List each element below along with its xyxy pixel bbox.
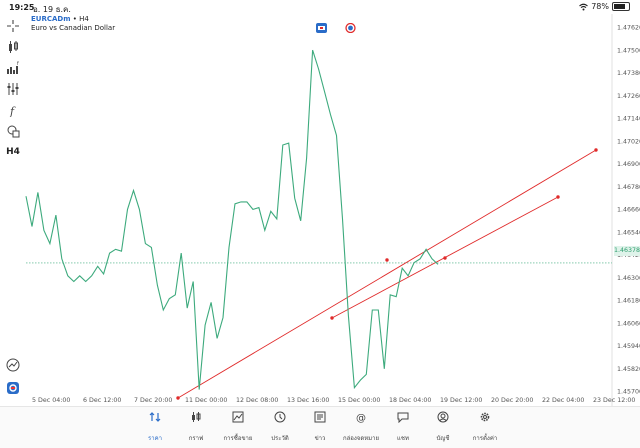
gear-icon <box>480 412 490 422</box>
price-tick-label: 1.47620 <box>617 25 640 32</box>
nav-label-chart: กราฟ <box>188 435 204 442</box>
price-tick-label: 1.45700 <box>617 389 640 396</box>
trendline-upper-anchor-mid <box>385 258 389 262</box>
trendline-lower-anchor-start <box>330 316 334 320</box>
time-tick-label: 19 Dec 12:00 <box>440 397 482 404</box>
time-tick-label: 20 Dec 20:00 <box>491 397 533 404</box>
trendline-lower <box>330 195 560 320</box>
trendline-upper-anchor-end <box>594 148 598 152</box>
trendline-upper-anchor-start <box>176 396 180 400</box>
chat-icon <box>397 412 409 423</box>
nav-settings[interactable]: การตั้งค่า <box>464 411 506 444</box>
trade-icon <box>232 411 244 423</box>
time-tick-label: 11 Dec 00:00 <box>185 397 227 404</box>
bottom-nav: ราคา กราฟ การซื้อขาย ประวัติ ข่าว @ กล่อ… <box>0 406 640 448</box>
price-series-line <box>25 49 439 390</box>
nav-label-trade: การซื้อขาย <box>223 435 253 442</box>
price-tick-label: 1.46540 <box>617 229 640 236</box>
time-tick-label: 23 Dec 12:00 <box>593 397 635 404</box>
price-tick-label: 1.45940 <box>617 343 640 350</box>
price-tick-label: 1.45820 <box>617 366 640 373</box>
trendline-upper <box>176 148 598 400</box>
news-icon <box>314 411 326 423</box>
price-axis: 1.47620 1.47500 1.47380 1.47260 1.47140 1.470… <box>617 25 640 396</box>
time-tick-label: 22 Dec 04:00 <box>542 397 584 404</box>
time-tick-label: 7 Dec 20:00 <box>134 397 172 404</box>
nav-news[interactable]: ข่าว <box>299 411 341 444</box>
nav-label-quotes: ราคา <box>148 435 162 442</box>
time-tick-label: 12 Dec 08:00 <box>236 397 278 404</box>
trendline-lower-anchor-mid <box>443 256 447 260</box>
price-tick-label: 1.46180 <box>617 298 640 305</box>
nav-label-mailbox: กล่องจดหมาย <box>342 435 380 442</box>
price-tick-label: 1.46780 <box>617 184 640 191</box>
price-tick-label: 1.46060 <box>617 320 640 327</box>
price-tick-label: 1.47500 <box>617 47 640 54</box>
time-tick-label: 15 Dec 00:00 <box>338 397 380 404</box>
time-tick-label: 18 Dec 04:00 <box>389 397 431 404</box>
history-icon <box>274 411 286 423</box>
nav-mailbox[interactable]: @ กล่องจดหมาย <box>340 411 382 444</box>
mailbox-icon: @ <box>356 413 366 423</box>
nav-label-news: ข่าว <box>314 435 326 442</box>
nav-history[interactable]: ประวัติ <box>259 411 301 444</box>
nav-chart[interactable]: กราฟ <box>175 411 217 444</box>
svg-text:@: @ <box>356 413 366 423</box>
current-price-tag: 1.46378 <box>614 246 640 256</box>
trendline-lower-anchor-end <box>556 195 560 199</box>
quotes-icon <box>149 412 161 422</box>
nav-trade[interactable]: การซื้อขาย <box>217 411 259 444</box>
price-tick-label: 1.47260 <box>617 93 640 100</box>
time-tick-label: 5 Dec 04:00 <box>32 397 70 404</box>
price-tick-label: 1.47020 <box>617 138 640 145</box>
nav-quotes[interactable]: ราคา <box>134 411 176 444</box>
time-axis: 5 Dec 04:00 6 Dec 12:00 7 Dec 20:00 11 Dec … <box>32 397 635 404</box>
price-tick-label: 1.47140 <box>617 116 640 123</box>
nav-label-chat: แชท <box>397 435 409 442</box>
price-tick-label: 1.46300 <box>617 275 640 282</box>
price-tick-label: 1.46900 <box>617 161 640 168</box>
chart-icon <box>192 412 201 422</box>
nav-label-history: ประวัติ <box>271 435 289 442</box>
price-tick-label: 1.46660 <box>617 207 640 214</box>
price-chart[interactable]: 1.47620 1.47500 1.47380 1.47260 1.47140 1.470… <box>0 0 640 406</box>
nav-label-account: บัญชี <box>436 435 450 442</box>
price-tick-label: 1.47380 <box>617 70 640 77</box>
nav-label-settings: การตั้งค่า <box>472 435 498 442</box>
time-tick-label: 13 Dec 16:00 <box>287 397 329 404</box>
nav-chat[interactable]: แชท <box>382 411 424 444</box>
time-tick-label: 6 Dec 12:00 <box>83 397 121 404</box>
nav-account[interactable]: บัญชี <box>422 411 464 444</box>
account-icon <box>437 411 449 423</box>
